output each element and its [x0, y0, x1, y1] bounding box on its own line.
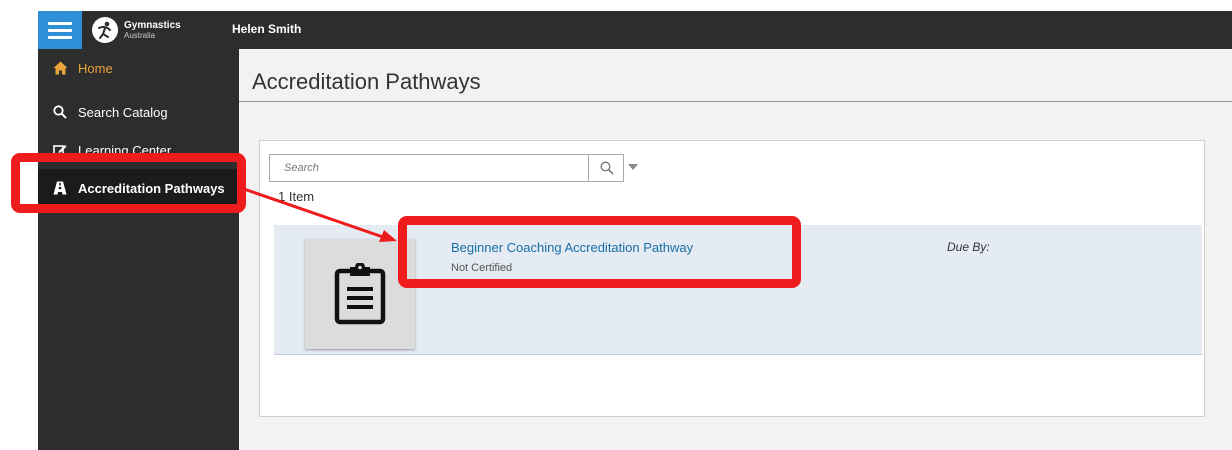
sidebar: Home Search Catalog Learning Center Accr… [38, 49, 239, 450]
menu-icon-bar [48, 28, 72, 32]
search-button[interactable] [589, 155, 624, 181]
brand-logo[interactable]: Gymnastics Australia [92, 16, 181, 44]
menu-icon-bar [48, 21, 72, 25]
search-icon [599, 161, 614, 175]
menu-icon-bar [48, 35, 72, 39]
sidebar-item-home[interactable]: Home [38, 49, 239, 87]
filter-dropdown-icon[interactable] [628, 164, 638, 170]
gymnast-logo-icon [92, 17, 118, 43]
sidebar-item-label: Home [78, 60, 113, 76]
item-count: 1 Item [278, 189, 315, 204]
logo-title: Gymnastics [124, 19, 181, 31]
home-icon [52, 60, 68, 76]
title-divider [239, 101, 1232, 102]
sidebar-item-label: Search Catalog [78, 104, 168, 120]
annotation-highlight-box [398, 216, 801, 288]
page-title: Accreditation Pathways [252, 69, 481, 94]
search-box [269, 154, 624, 182]
due-by-label: Due By: [947, 240, 990, 254]
search-icon [52, 104, 68, 120]
user-name[interactable]: Helen Smith [232, 22, 301, 36]
top-bar: Gymnastics Australia Helen Smith [38, 11, 1232, 49]
sidebar-item-search-catalog[interactable]: Search Catalog [38, 93, 239, 131]
screenshot-stage: Gymnastics Australia Helen Smith Home Se… [0, 0, 1232, 450]
logo-subtitle: Australia [124, 30, 156, 40]
annotation-highlight-box [11, 153, 246, 213]
menu-button[interactable] [38, 11, 82, 49]
search-input[interactable] [270, 155, 588, 181]
